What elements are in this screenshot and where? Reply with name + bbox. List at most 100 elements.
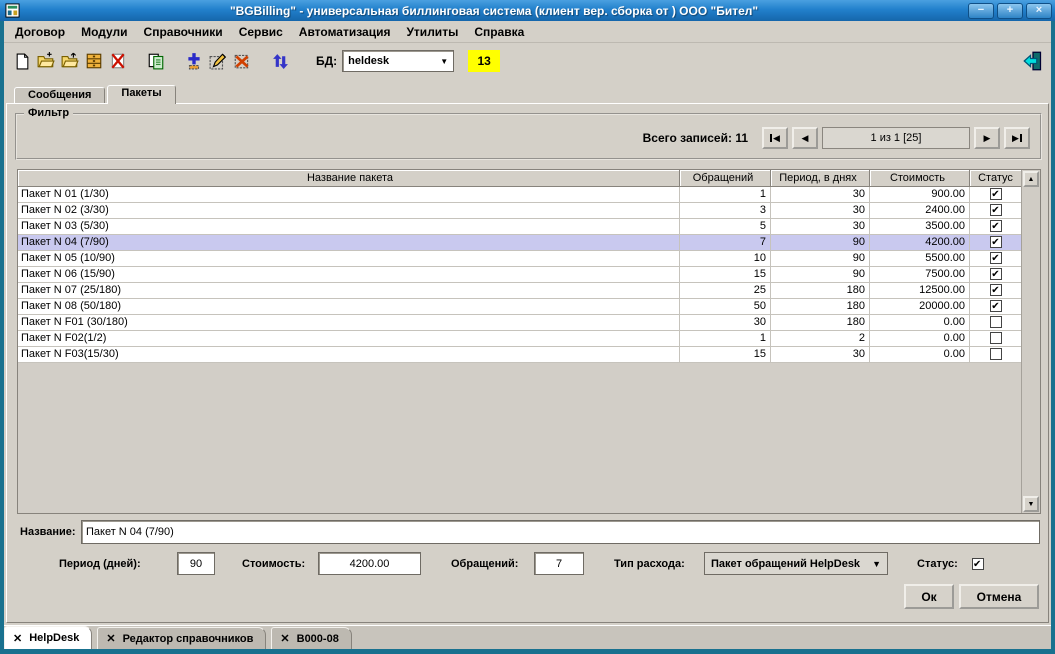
column-header-calls[interactable]: Обращений (680, 170, 771, 187)
table-row[interactable]: Пакет N F02(1/2)120.00 (18, 331, 1022, 347)
open-folder-up-icon[interactable] (58, 49, 82, 73)
table-row[interactable]: Пакет N F01 (30/180)301800.00 (18, 315, 1022, 331)
cell-calls: 7 (680, 235, 771, 251)
tab-messages[interactable]: Сообщения (14, 87, 105, 104)
packages-table: Название пакета Обращений Период, в днях… (17, 169, 1041, 514)
expense-type-value: Пакет обращений HelpDesk (711, 558, 860, 570)
application-window: "BGBilling" - универсальная биллинговая … (0, 0, 1055, 654)
first-page-icon (770, 134, 772, 142)
column-header-period[interactable]: Период, в днях (771, 170, 870, 187)
expense-type-dropdown[interactable]: Пакет обращений HelpDesk ▼ (704, 552, 888, 575)
row-status-checkbox[interactable] (990, 316, 1002, 328)
table-row[interactable]: Пакет N 07 (25/180)2518012500.00✔ (18, 283, 1022, 299)
vertical-scrollbar[interactable]: ▲ ▼ (1021, 170, 1040, 513)
cell-status (970, 347, 1022, 363)
cost-input[interactable] (318, 552, 421, 575)
table-row[interactable]: Пакет N F03(15/30)15300.00 (18, 347, 1022, 363)
taskbar-tab-label: HelpDesk (29, 632, 79, 644)
cancel-button[interactable]: Отмена (959, 584, 1039, 609)
db-dropdown[interactable]: heldesk ▼ (342, 50, 454, 72)
tab-packages[interactable]: Пакеты (107, 85, 175, 104)
row-status-checkbox[interactable]: ✔ (990, 284, 1002, 296)
close-icon[interactable]: ✕ (280, 632, 289, 645)
maximize-button[interactable]: + (997, 3, 1023, 19)
cell-status (970, 331, 1022, 347)
add-item-icon[interactable] (182, 49, 206, 73)
menu-item-2[interactable]: Справочники (137, 23, 230, 41)
delete-document-icon[interactable] (106, 49, 130, 73)
menu-item-6[interactable]: Справка (467, 23, 531, 41)
name-input[interactable] (81, 520, 1040, 544)
menu-item-0[interactable]: Договор (8, 23, 72, 41)
scroll-down-icon[interactable]: ▼ (1023, 496, 1039, 512)
row-status-checkbox[interactable]: ✔ (990, 188, 1002, 200)
open-folder-icon[interactable] (34, 49, 58, 73)
remove-item-icon[interactable] (230, 49, 254, 73)
cell-status: ✔ (970, 203, 1022, 219)
edit-item-icon[interactable] (206, 49, 230, 73)
row-status-checkbox[interactable] (990, 332, 1002, 344)
table-row[interactable]: Пакет N 04 (7/90)7904200.00✔ (18, 235, 1022, 251)
cell-period: 180 (771, 299, 870, 315)
refresh-icon[interactable] (268, 49, 292, 73)
cell-name: Пакет N 08 (50/180) (18, 299, 680, 315)
cell-name: Пакет N 04 (7/90) (18, 235, 680, 251)
cell-name: Пакет N 03 (5/30) (18, 219, 680, 235)
cell-status: ✔ (970, 187, 1022, 203)
prev-page-icon: ◀ (802, 133, 809, 144)
new-document-icon[interactable] (10, 49, 34, 73)
cell-period: 90 (771, 251, 870, 267)
cell-period: 90 (771, 267, 870, 283)
first-page-button[interactable]: ◀ (762, 127, 788, 149)
row-status-checkbox[interactable]: ✔ (990, 236, 1002, 248)
exit-icon[interactable] (1021, 49, 1045, 73)
menu-item-5[interactable]: Утилиты (399, 23, 465, 41)
taskbar-tab[interactable]: ✕ B000-08 (271, 627, 351, 649)
next-page-button[interactable]: ▶ (974, 127, 1000, 149)
table-row[interactable]: Пакет N 03 (5/30)5303500.00✔ (18, 219, 1022, 235)
cell-period: 30 (771, 187, 870, 203)
cell-name: Пакет N 07 (25/180) (18, 283, 680, 299)
cell-period: 180 (771, 283, 870, 299)
table-row[interactable]: Пакет N 06 (15/90)15907500.00✔ (18, 267, 1022, 283)
filter-title: Фильтр (24, 107, 73, 119)
status-checkbox[interactable]: ✔ (972, 558, 984, 570)
row-status-checkbox[interactable]: ✔ (990, 252, 1002, 264)
copy-document-icon[interactable] (144, 49, 168, 73)
row-status-checkbox[interactable]: ✔ (990, 204, 1002, 216)
column-header-cost[interactable]: Стоимость (870, 170, 970, 187)
close-icon[interactable]: ✕ (106, 632, 115, 645)
minimize-button[interactable]: − (968, 3, 994, 19)
last-page-button[interactable]: ▶ (1004, 127, 1030, 149)
db-label: БД: (316, 54, 337, 68)
row-status-checkbox[interactable]: ✔ (990, 300, 1002, 312)
menu-item-1[interactable]: Модули (74, 23, 134, 41)
period-input[interactable] (177, 552, 215, 575)
ok-button[interactable]: Ок (904, 584, 954, 609)
table-row[interactable]: Пакет N 01 (1/30)130900.00✔ (18, 187, 1022, 203)
page-indicator[interactable]: 1 из 1 [25] (822, 127, 970, 149)
menu-item-4[interactable]: Автоматизация (292, 23, 398, 41)
cell-cost: 900.00 (870, 187, 970, 203)
column-header-status[interactable]: Статус (970, 170, 1022, 187)
table-row[interactable]: Пакет N 02 (3/30)3302400.00✔ (18, 203, 1022, 219)
column-header-name[interactable]: Название пакета (18, 170, 680, 187)
row-status-checkbox[interactable]: ✔ (990, 220, 1002, 232)
row-status-checkbox[interactable]: ✔ (990, 268, 1002, 280)
name-label: Название: (20, 526, 76, 538)
table-row[interactable]: Пакет N 08 (50/180)5018020000.00✔ (18, 299, 1022, 315)
prev-page-button[interactable]: ◀ (792, 127, 818, 149)
taskbar-tab[interactable]: ✕Редактор справочников (97, 627, 266, 649)
pagination: Всего записей: 11 ◀ ◀ 1 из 1 [25] ▶ ▶ (643, 127, 1030, 149)
table-row[interactable]: Пакет N 05 (10/90)10905500.00✔ (18, 251, 1022, 267)
close-icon[interactable]: ✕ (13, 632, 22, 645)
taskbar-tab[interactable]: ✕ HelpDesk (4, 626, 92, 649)
taskbar-tab-label: B000-08 (297, 633, 339, 645)
cell-cost: 0.00 (870, 315, 970, 331)
menu-item-3[interactable]: Сервис (232, 23, 290, 41)
archive-drawer-icon[interactable] (82, 49, 106, 73)
row-status-checkbox[interactable] (990, 348, 1002, 360)
close-button[interactable]: × (1026, 3, 1052, 19)
calls-input[interactable] (534, 552, 584, 575)
scroll-up-icon[interactable]: ▲ (1023, 171, 1039, 187)
